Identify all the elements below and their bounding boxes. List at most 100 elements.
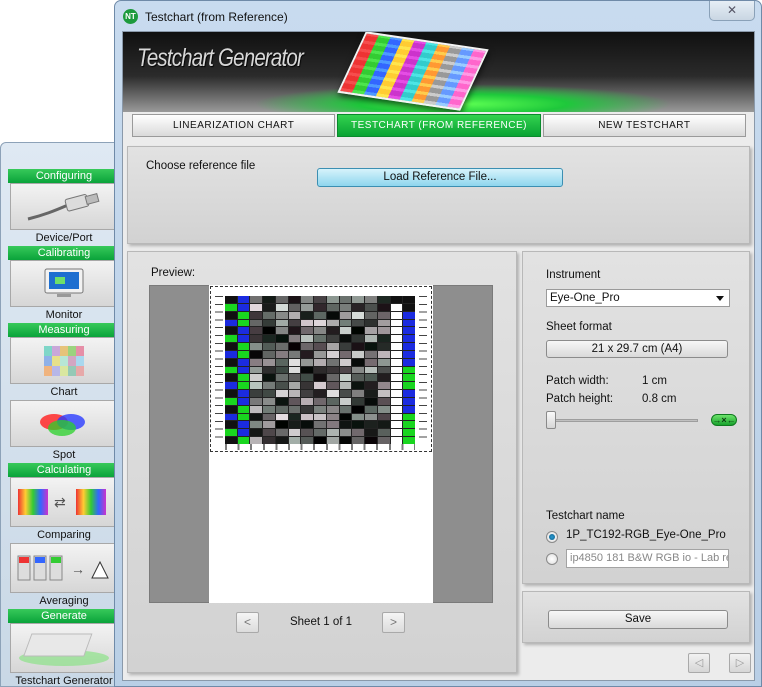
workflow-sidebar-window: Configuring Device/Port Calibrating Moni… bbox=[0, 142, 125, 687]
reference-file-panel: Choose reference file Load Reference Fil… bbox=[127, 146, 750, 244]
patch-width-label: Patch width: bbox=[546, 375, 609, 387]
save-panel: Save bbox=[522, 591, 750, 643]
close-button[interactable]: ✕ bbox=[709, 1, 755, 21]
sidebar-tile-monitor[interactable] bbox=[10, 260, 118, 307]
sidebar-tile-comparing[interactable]: ⇄ bbox=[10, 477, 118, 527]
patch bbox=[250, 413, 263, 421]
patch bbox=[263, 335, 275, 343]
patch bbox=[314, 319, 326, 327]
patch bbox=[288, 390, 301, 397]
patch bbox=[352, 421, 365, 429]
patch bbox=[314, 374, 326, 382]
sidebar-tile-device-port[interactable] bbox=[10, 183, 118, 230]
nav-forward-button[interactable]: ▷ bbox=[729, 653, 751, 673]
color-chart-icon bbox=[44, 345, 84, 376]
patch bbox=[288, 350, 301, 358]
patch bbox=[352, 296, 365, 303]
patch bbox=[237, 343, 250, 350]
patch-grid bbox=[225, 296, 415, 444]
patch bbox=[390, 350, 403, 358]
name-custom-field[interactable]: ip4850 181 B&W RGB io - Lab ref bbox=[566, 549, 729, 568]
title-bar[interactable]: NT Testchart (from Reference) ✕ bbox=[115, 1, 761, 31]
patch bbox=[352, 327, 365, 335]
patch bbox=[365, 382, 377, 390]
header-banner: Testchart Generator bbox=[123, 32, 754, 112]
patch bbox=[365, 413, 377, 421]
patch bbox=[288, 311, 301, 319]
name-option-radio-2[interactable] bbox=[546, 553, 558, 565]
patch bbox=[250, 374, 263, 382]
patch bbox=[352, 382, 365, 390]
patch bbox=[390, 296, 403, 303]
load-reference-button[interactable]: Load Reference File... bbox=[317, 168, 563, 187]
svg-text:⇄: ⇄ bbox=[54, 494, 66, 510]
save-button[interactable]: Save bbox=[548, 610, 728, 629]
patch bbox=[250, 366, 263, 374]
patch bbox=[250, 296, 263, 303]
window-title: Testchart (from Reference) bbox=[145, 10, 288, 24]
patch bbox=[403, 382, 415, 390]
sidebar-label-comparing: Comparing bbox=[37, 529, 91, 541]
mode-tabs: LINEARIZATION CHART TESTCHART (FROM REFE… bbox=[132, 114, 746, 137]
patch bbox=[237, 303, 250, 311]
tab-new-testchart[interactable]: NEW TESTCHART bbox=[542, 114, 746, 137]
patch bbox=[403, 296, 415, 303]
tab-testchart-from-reference[interactable]: TESTCHART (FROM REFERENCE) bbox=[337, 114, 541, 137]
patch bbox=[288, 303, 301, 311]
patch bbox=[352, 413, 365, 421]
sidebar-tile-testchart-generator[interactable] bbox=[10, 623, 118, 673]
patch bbox=[301, 413, 314, 421]
patch bbox=[237, 319, 250, 327]
aspect-lock-button[interactable]: →×← bbox=[711, 414, 737, 426]
patch bbox=[275, 296, 288, 303]
patch bbox=[326, 390, 339, 397]
prev-sheet-button[interactable]: < bbox=[236, 612, 259, 633]
patch bbox=[339, 421, 352, 429]
tab-linearization-chart[interactable]: LINEARIZATION CHART bbox=[132, 114, 336, 137]
patch bbox=[326, 303, 339, 311]
patch bbox=[403, 358, 415, 366]
patch bbox=[288, 335, 301, 343]
patch bbox=[263, 421, 275, 429]
patch bbox=[352, 303, 365, 311]
next-sheet-button[interactable]: > bbox=[382, 612, 405, 633]
patch bbox=[237, 382, 250, 390]
sidebar-header-calculating: Calculating bbox=[8, 463, 120, 477]
patch bbox=[314, 437, 326, 444]
patch bbox=[288, 343, 301, 350]
patch bbox=[314, 296, 326, 303]
sheet-format-button[interactable]: 21 x 29.7 cm (A4) bbox=[546, 340, 728, 358]
patch bbox=[301, 303, 314, 311]
sidebar-tile-averaging[interactable]: → bbox=[10, 543, 118, 593]
patch bbox=[390, 390, 403, 397]
patch bbox=[326, 366, 339, 374]
patch bbox=[314, 390, 326, 397]
patch-size-slider-track[interactable] bbox=[550, 419, 698, 422]
patch-size-slider-thumb[interactable] bbox=[546, 411, 556, 429]
patch bbox=[301, 382, 314, 390]
instrument-select[interactable]: Eye-One_Pro bbox=[546, 289, 730, 307]
patch bbox=[301, 319, 314, 327]
patch bbox=[377, 405, 390, 413]
patch bbox=[275, 350, 288, 358]
patch bbox=[275, 437, 288, 444]
patch bbox=[237, 413, 250, 421]
patch bbox=[352, 311, 365, 319]
patch bbox=[250, 429, 263, 437]
patch bbox=[390, 358, 403, 366]
patch bbox=[390, 374, 403, 382]
patch bbox=[377, 382, 390, 390]
patch bbox=[377, 335, 390, 343]
patch bbox=[225, 390, 237, 397]
name-option-radio-1[interactable] bbox=[546, 531, 558, 543]
sidebar-tile-spot[interactable] bbox=[10, 400, 118, 447]
patch bbox=[365, 437, 377, 444]
patch bbox=[301, 390, 314, 397]
sidebar-tile-chart[interactable] bbox=[10, 337, 118, 384]
nav-back-button[interactable]: ◁ bbox=[688, 653, 710, 673]
patch bbox=[225, 421, 237, 429]
patch bbox=[403, 390, 415, 397]
patch bbox=[403, 335, 415, 343]
patch bbox=[377, 358, 390, 366]
sidebar-header-measuring: Measuring bbox=[8, 323, 120, 337]
